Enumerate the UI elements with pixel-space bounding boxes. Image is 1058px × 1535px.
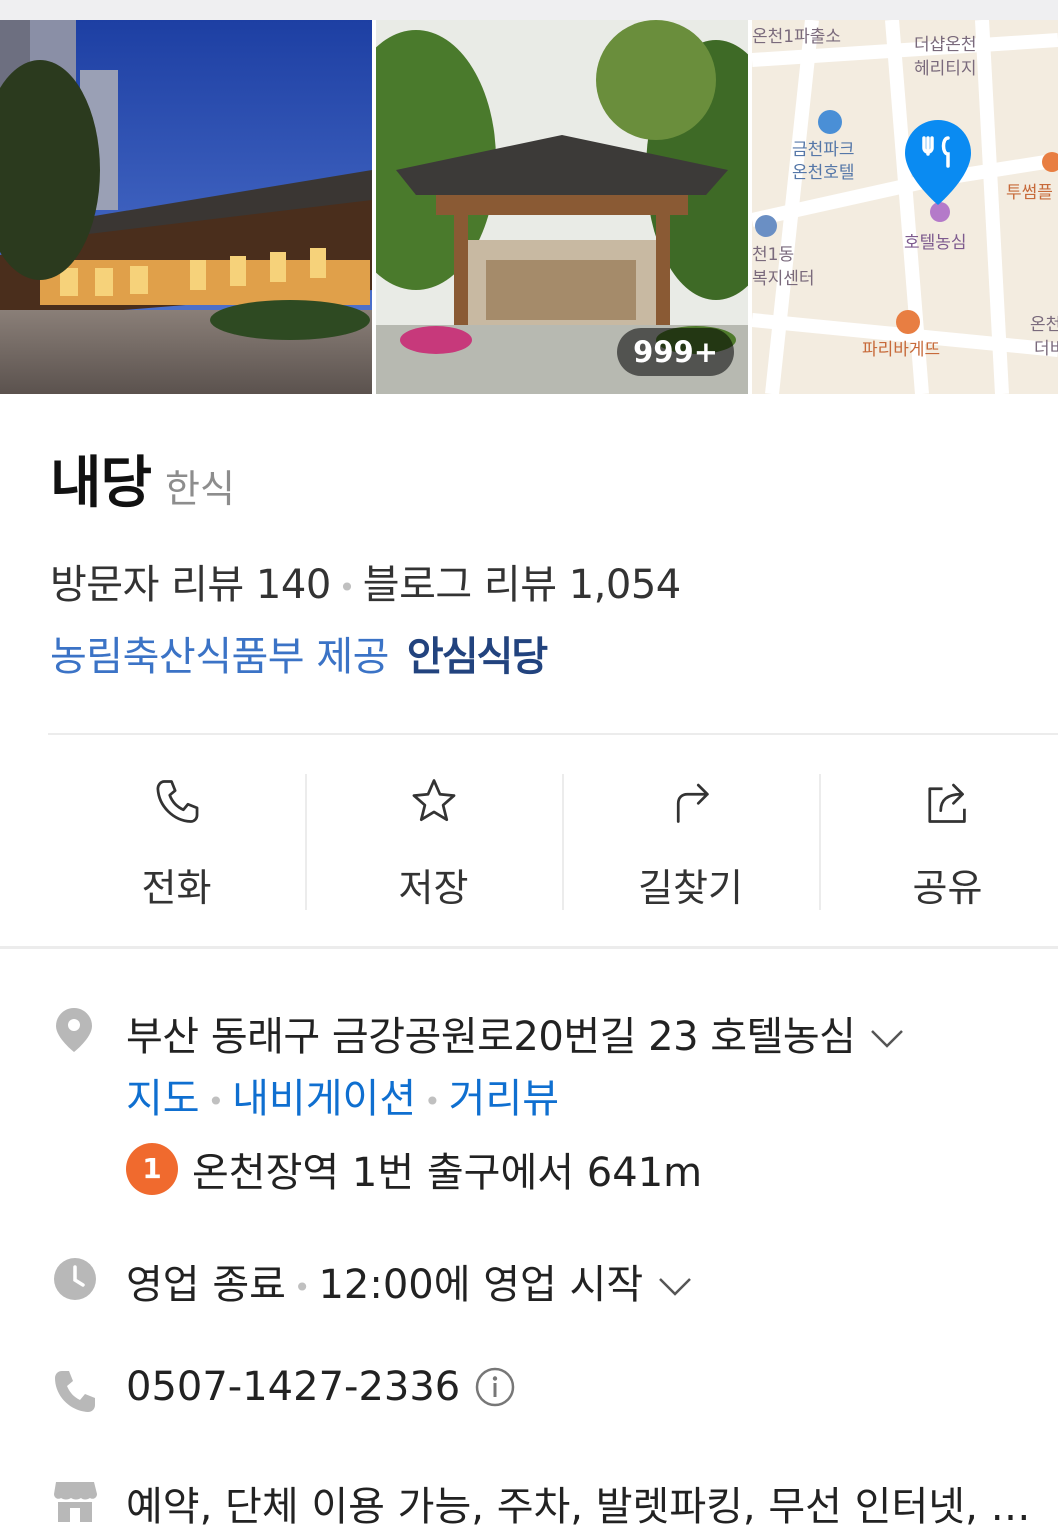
business-hours-row[interactable]: 영업 종료 • 12:00에 영업 시작 [126, 1252, 693, 1310]
store-icon [54, 1482, 97, 1522]
separator-dot: • [338, 570, 356, 604]
review-summary: 방문자 리뷰 140 • 블로그 리뷰 1,054 [50, 552, 681, 610]
safe-restaurant-badge: 안심식당 [406, 634, 548, 680]
location-pin-icon [56, 1008, 92, 1052]
place-category: 한식 [165, 467, 235, 511]
svg-text:온천호텔: 온천호텔 [792, 163, 855, 183]
svg-text:온천: 온천 [1030, 315, 1058, 335]
navigation-link[interactable]: 내비게이션 [232, 1076, 416, 1122]
business-status: 영업 종료 [126, 1262, 286, 1308]
separator-dot: • [293, 1270, 311, 1304]
svg-text:천1동: 천1동 [752, 245, 794, 265]
blog-review-link[interactable]: 블로그 리뷰 1,054 [363, 562, 681, 608]
save-label: 저장 [398, 866, 469, 910]
next-open-time: 12:00에 영업 시작 [318, 1262, 644, 1308]
chevron-down-icon[interactable] [657, 1276, 693, 1298]
address-row[interactable]: 부산 동래구 금강공원로20번길 23 호텔농심 [126, 1004, 905, 1062]
svg-text:더비: 더비 [1034, 339, 1058, 359]
certification-row: 농림축산식품부 제공 안심식당 [50, 624, 548, 682]
photo-gallery[interactable]: 999+ 온천1파출소 더샵온천 헤리티지 금천파크 온천호텔 천1동 복지센터 [0, 20, 1058, 394]
photo-hanok-evening[interactable] [0, 20, 372, 394]
subway-line-badge: 1 [126, 1143, 178, 1195]
svg-text:복지센터: 복지센터 [752, 269, 815, 289]
svg-text:파리바게뜨: 파리바게뜨 [862, 340, 940, 360]
phone-row[interactable]: 0507-1427-2336 [126, 1364, 516, 1410]
action-bar: 전화 저장 길찾기 공유 [48, 770, 1058, 912]
share-icon [927, 783, 966, 823]
certification-provider-link[interactable]: 농림축산식품부 제공 [50, 634, 389, 680]
phone-number[interactable]: 0507-1427-2336 [126, 1364, 460, 1410]
svg-text:금천파크: 금천파크 [792, 140, 855, 160]
address-links: 지도 • 내비게이션 • 거리뷰 [126, 1066, 559, 1124]
svg-text:투썸플: 투썸플 [1006, 183, 1053, 203]
directions-label: 길찾기 [638, 866, 743, 910]
phone-icon [156, 780, 198, 823]
place-title: 내당 한식 [50, 438, 235, 518]
separator-dot: • [207, 1084, 225, 1118]
street-view-link[interactable]: 거리뷰 [449, 1076, 559, 1122]
photo-hanok-gate[interactable]: 999+ [376, 20, 748, 394]
phone-icon [55, 1371, 95, 1412]
place-name: 내당 [50, 451, 152, 516]
star-icon [412, 779, 455, 822]
share-button[interactable]: 공유 [819, 770, 1058, 912]
clock-icon [54, 1258, 96, 1300]
save-button[interactable]: 저장 [305, 770, 562, 912]
directions-button[interactable]: 길찾기 [562, 770, 819, 912]
status-bar-strip [0, 0, 1058, 20]
svg-text:더샵온천: 더샵온천 [914, 35, 977, 55]
separator-dot: • [424, 1084, 441, 1118]
directions-icon [676, 783, 709, 823]
call-label: 전화 [141, 866, 212, 910]
map-label-police: 온천1파출소 [752, 27, 841, 47]
svg-text:호텔농심: 호텔농심 [904, 233, 967, 253]
address-text: 부산 동래구 금강공원로20번길 23 호텔농심 [126, 1014, 856, 1060]
share-label: 공유 [912, 866, 983, 910]
call-button[interactable]: 전화 [48, 770, 305, 912]
amenities-row: 예약, 단체 이용 가능, 주차, 발렛파킹, 무선 인터넷, 남/녀 화장실 … [126, 1484, 1056, 1530]
map-link[interactable]: 지도 [126, 1076, 200, 1122]
divider [48, 733, 1058, 735]
visitor-review-link[interactable]: 방문자 리뷰 140 [50, 562, 331, 608]
nearest-station: 1 온천장역 1번 출구에서 641m [126, 1140, 702, 1198]
info-icon[interactable] [474, 1366, 516, 1408]
section-divider [0, 946, 1058, 949]
chevron-down-icon[interactable] [869, 1028, 905, 1050]
svg-text:헤리티지: 헤리티지 [914, 59, 977, 79]
station-distance-text: 온천장역 1번 출구에서 641m [192, 1150, 703, 1196]
photo-count-badge[interactable]: 999+ [617, 328, 734, 376]
map-thumbnail[interactable]: 온천1파출소 더샵온천 헤리티지 금천파크 온천호텔 천1동 복지센터 호텔농심… [752, 20, 1058, 394]
